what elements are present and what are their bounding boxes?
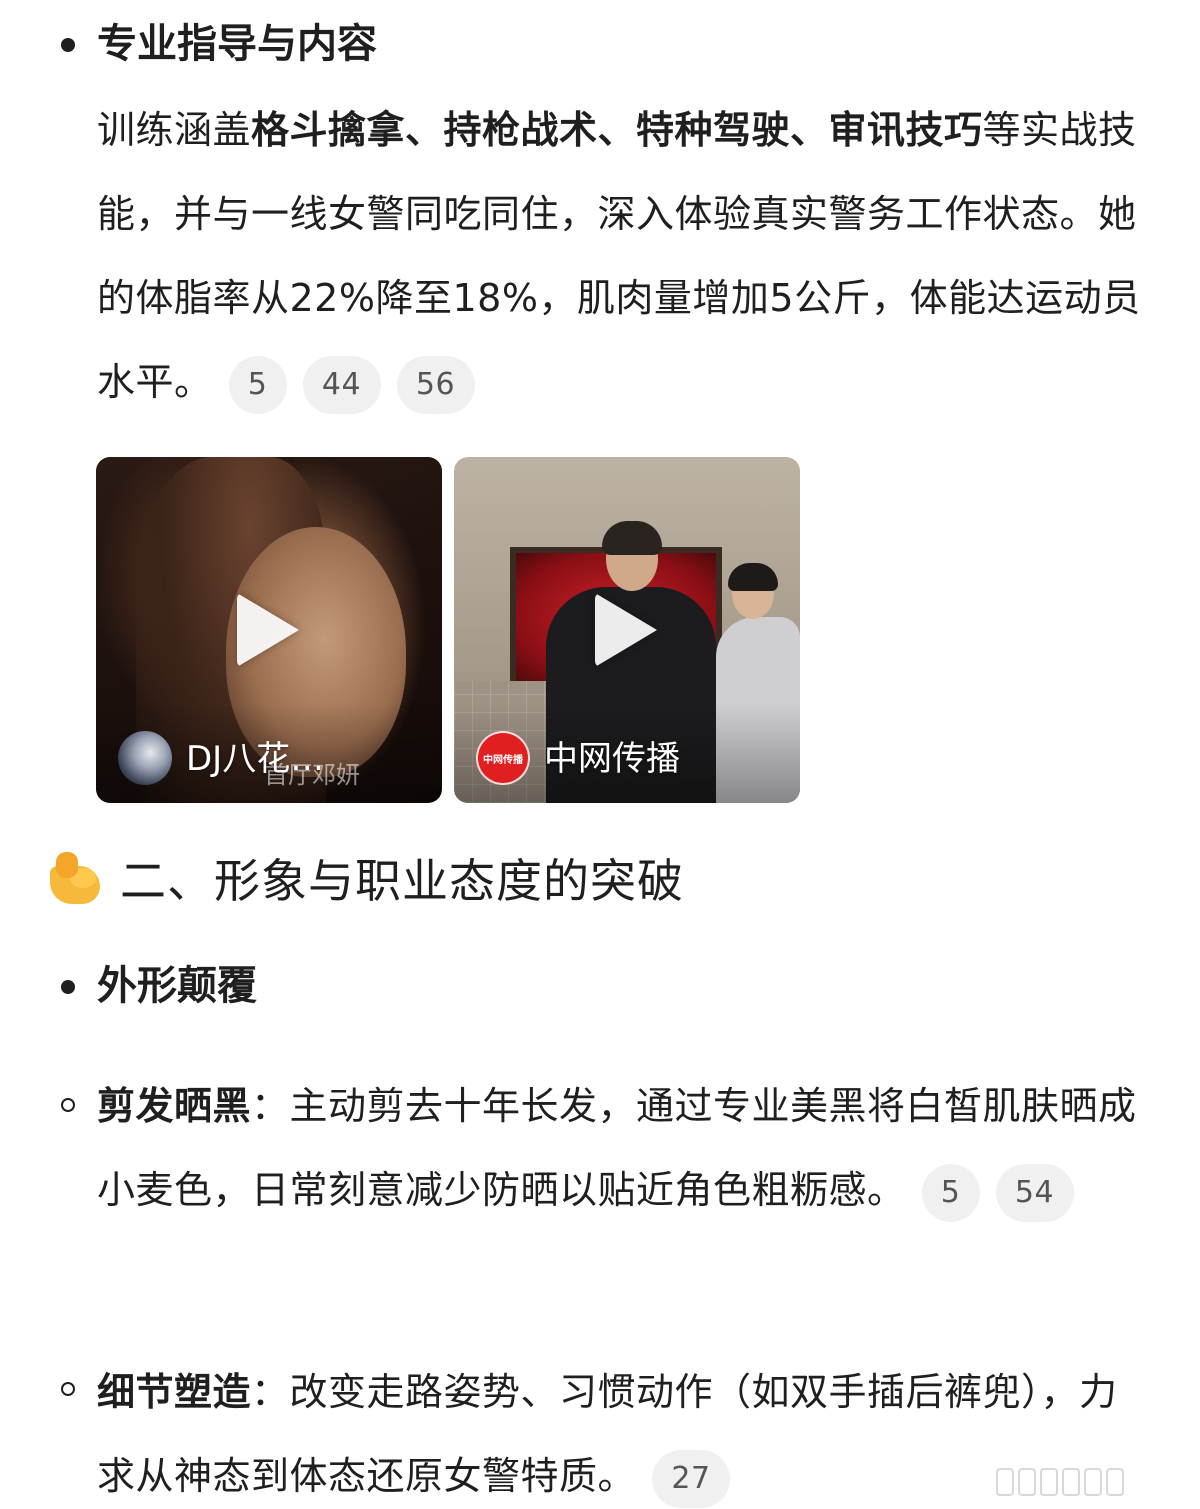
watermark-bar-icon [1018,1468,1036,1496]
citation-badge[interactable]: 5 [921,1163,980,1222]
flexed-biceps-emoji-icon [46,850,102,906]
bullet-dot-icon [61,38,75,52]
sub-item-haircut-tanning: 剪发晒黑：主动剪去十年长发，通过专业美黑将白皙肌肤晒成小麦色，日常刻意减少防晒以… [97,1064,1147,1232]
sub-item-colon: ： [251,1084,290,1128]
watermark-bar-icon [1062,1468,1080,1496]
bullet-appearance: 外形颠覆 [0,962,1200,1012]
sub-bullet-circle-icon [61,1382,75,1396]
sub-item-colon: ： [251,1370,290,1414]
video-card[interactable]: 中网传播 中网传播 [454,457,800,803]
citation-badge[interactable]: 56 [396,355,475,414]
bullet-title: 外形颠覆 [97,963,257,1009]
watermark-bar-icon [1106,1468,1124,1496]
bullet-dot-icon [61,980,75,994]
dj-avatar-icon [118,731,172,785]
sub-item-label: 细节塑造 [97,1370,252,1414]
bullet-professional-guidance: 专业指导与内容 [0,20,1200,70]
watermark-bar-icon [996,1468,1014,1496]
watermark-bar-icon [1040,1468,1058,1496]
zhongwang-logo-icon: 中网传播 [476,731,530,785]
watermark [996,1462,1192,1502]
section-heading: 二、形象与职业态度的突破 [46,848,684,908]
video-card[interactable]: 首厅邓妍 DJ八花… [96,457,442,803]
video-source-name: 中网传播 [544,739,680,779]
sub-item-detail-shaping: 细节塑造：改变走路姿势、习惯动作（如双手插后裤兜），力求从神态到体态还原女警特质… [97,1350,1147,1509]
para-bold-skills: 格斗擒拿、持枪战术、特种驾驶、审讯技巧 [251,108,983,152]
citation-badge[interactable]: 54 [995,1163,1074,1222]
play-icon[interactable] [237,593,299,667]
bullet-title: 专业指导与内容 [97,21,377,67]
play-icon[interactable] [595,593,657,667]
watermark-bar-icon [1084,1468,1102,1496]
sub-item-label: 剪发晒黑 [97,1084,252,1128]
para-prefix: 训练涵盖 [97,108,252,152]
sub-bullet-circle-icon [61,1098,75,1112]
video-source-name: DJ八花… [186,739,325,779]
citation-badge[interactable]: 27 [652,1449,731,1508]
section-heading-text: 二、形象与职业态度的突破 [120,854,684,908]
citation-badge[interactable]: 44 [302,355,381,414]
training-paragraph: 训练涵盖格斗擒拿、持枪战术、特种驾驶、审讯技巧等实战技能，并与一线女警同吃同住，… [97,88,1147,424]
citation-badge[interactable]: 5 [228,355,287,414]
